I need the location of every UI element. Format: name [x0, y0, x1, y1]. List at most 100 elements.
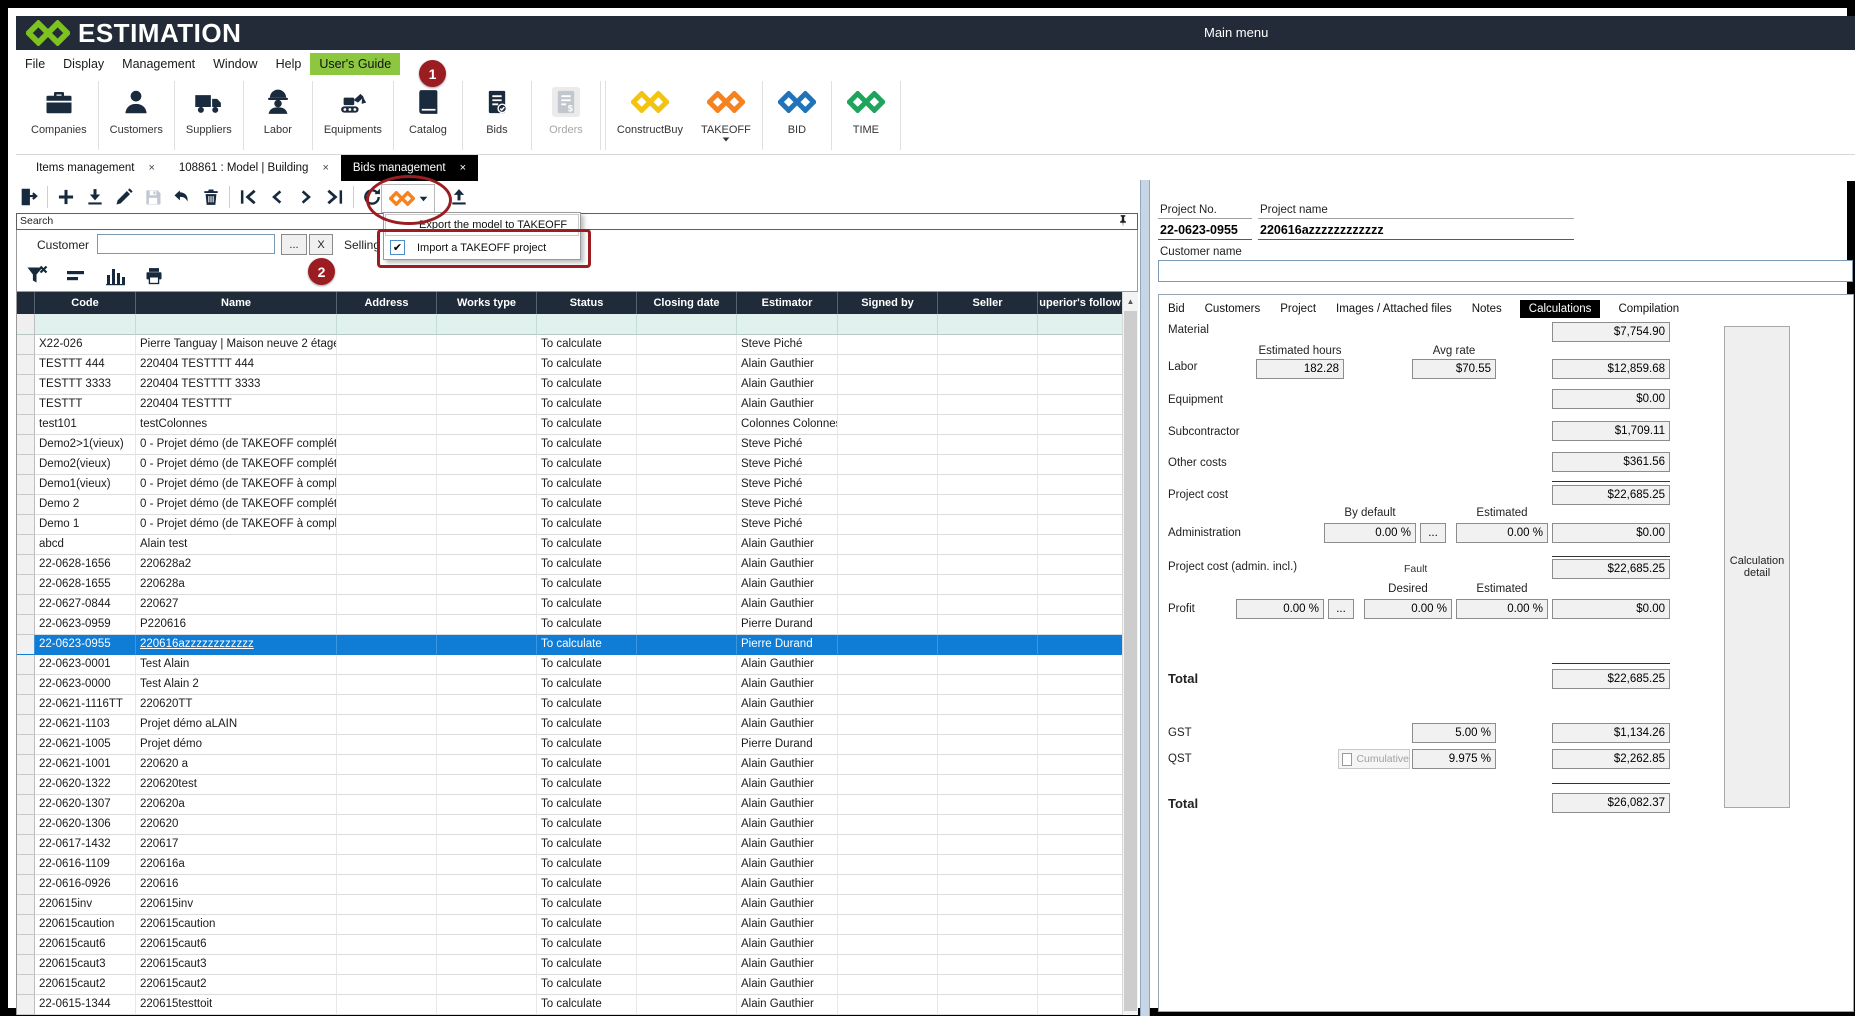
table-row[interactable]: test101testColonnesTo calculateColonnes … [17, 415, 1123, 435]
detail-tab-notes[interactable]: Notes [1470, 300, 1504, 318]
table-row[interactable]: TESTTT220404 TESTTTTTo calculateAlain Ga… [17, 395, 1123, 415]
chart-bars-button[interactable] [103, 264, 127, 288]
admin-default-pct-field[interactable]: 0.00 % [1324, 523, 1416, 543]
table-row[interactable]: 22-0621-1001220620 aTo calculateAlain Ga… [17, 755, 1123, 775]
qst-amount-field[interactable]: $2,262.85 [1552, 749, 1670, 769]
table-row[interactable]: Demo2(vieux)0 - Projet démo (de TAKEOFF … [17, 455, 1123, 475]
exit-door-button[interactable] [18, 186, 40, 208]
table-row[interactable]: 22-0621-1103Projet démo aLAINTo calculat… [17, 715, 1123, 735]
profit-amount-field[interactable]: $0.00 [1552, 599, 1670, 619]
filter-cell-status[interactable] [537, 314, 637, 335]
column-header-signed_by[interactable]: Signed by [838, 292, 938, 314]
save-button[interactable] [142, 186, 164, 208]
table-row[interactable]: 22-0620-1306220620To calculateAlain Gaut… [17, 815, 1123, 835]
admin-estimated-pct-field[interactable]: 0.00 % [1456, 523, 1548, 543]
print-button[interactable] [142, 264, 166, 288]
table-row[interactable]: 220615caut3220615caut3To calculateAlain … [17, 955, 1123, 975]
menu-item-export-the-model-to-takeoff[interactable]: Export the model to TAKEOFF [385, 214, 579, 236]
table-row[interactable]: 22-0615-1344220615testtoitTo calculateAl… [17, 995, 1123, 1015]
scrollbar-thumb[interactable] [1124, 311, 1137, 1011]
table-row[interactable]: 22-0620-1322220620testTo calculateAlain … [17, 775, 1123, 795]
menu-item-management[interactable]: Management [113, 53, 204, 75]
vertical-scrollbar[interactable]: ▲ [1122, 292, 1138, 1015]
edit-pencil-button[interactable] [113, 186, 135, 208]
tab-close-icon[interactable]: × [460, 162, 466, 174]
toolbar-button-labor[interactable]: Labor [246, 77, 310, 154]
filter-cell-sel[interactable] [17, 314, 35, 335]
table-row[interactable]: Demo 10 - Projet démo (de TAKEOFF à comp… [17, 515, 1123, 535]
labor-hours-field[interactable]: 182.28 [1256, 359, 1344, 379]
table-row[interactable]: Demo2>1(vieux)0 - Projet démo (de TAKEOF… [17, 435, 1123, 455]
column-header-status[interactable]: Status [537, 292, 637, 314]
filter-cell-name[interactable] [136, 314, 337, 335]
filter-cell-signed_by[interactable] [838, 314, 938, 335]
table-row[interactable]: 22-0617-1432220617To calculateAlain Gaut… [17, 835, 1123, 855]
table-row[interactable]: TESTTT 3333220404 TESTTTT 3333To calcula… [17, 375, 1123, 395]
import-model-button[interactable] [84, 186, 106, 208]
table-row[interactable]: TESTTT 444220404 TESTTTT 444To calculate… [17, 355, 1123, 375]
table-row[interactable]: abcdAlain testTo calculateAlain Gauthier [17, 535, 1123, 555]
nav-last-button[interactable] [324, 186, 346, 208]
toolbar-button-suppliers[interactable]: Suppliers [177, 77, 241, 154]
project-cost-amount-field[interactable]: $22,685.25 [1552, 485, 1670, 505]
table-row[interactable]: 22-0623-0959P220616To calculatePierre Du… [17, 615, 1123, 635]
tab-108861-model-building[interactable]: 108861 : Model | Building× [167, 155, 341, 181]
customer-clear-button[interactable]: X [309, 234, 333, 255]
calculation-detail-button[interactable]: Calculation detail [1724, 326, 1790, 808]
customer-name-input[interactable] [1158, 260, 1853, 282]
toolbar-button-bid[interactable]: BID [765, 77, 829, 154]
customer-browse-button[interactable]: ... [281, 234, 307, 255]
table-row[interactable]: 22-0616-1109220616aTo calculateAlain Gau… [17, 855, 1123, 875]
column-header-estimator[interactable]: Estimator [737, 292, 838, 314]
scroll-up-arrow-icon[interactable]: ▲ [1123, 292, 1138, 310]
takeoff-split-button[interactable] [381, 184, 435, 213]
nav-first-button[interactable] [237, 186, 259, 208]
table-row[interactable]: 22-0621-1116TT220620TTTo calculateAlain … [17, 695, 1123, 715]
toolbar-button-customers[interactable]: Customers [101, 77, 172, 154]
profit-desired-pct-field[interactable]: 0.00 % [1364, 599, 1452, 619]
toolbar-button-equipments[interactable]: Equipments [315, 77, 391, 154]
toolbar-button-takeoff[interactable]: TAKEOFF [692, 77, 760, 154]
nav-prev-button[interactable] [266, 186, 288, 208]
tab-bids-management[interactable]: Bids management× [341, 155, 478, 181]
toolbar-button-bids[interactable]: Bids [465, 77, 529, 154]
filter-cell-code[interactable] [35, 314, 136, 335]
filter-cell-superior_follow[interactable] [1038, 314, 1123, 335]
column-header-closing_date[interactable]: Closing date [637, 292, 737, 314]
gst-pct-field[interactable]: 5.00 % [1412, 723, 1496, 743]
table-row[interactable]: 22-0628-1655220628aTo calculateAlain Gau… [17, 575, 1123, 595]
detail-tab-calculations[interactable]: Calculations [1520, 300, 1601, 318]
table-row[interactable]: 22-0628-1656220628a2To calculateAlain Ga… [17, 555, 1123, 575]
admin-amount-field[interactable]: $0.00 [1552, 523, 1670, 543]
table-row[interactable]: 22-0627-0844220627To calculateAlain Gaut… [17, 595, 1123, 615]
project-cost-admin-amount-field[interactable]: $22,685.25 [1552, 559, 1670, 579]
menu-item-help[interactable]: Help [267, 53, 311, 75]
material-amount-field[interactable]: $7,754.90 [1552, 322, 1670, 342]
menu-item-import-a-takeoff-project[interactable]: ✔Import a TAKEOFF project [384, 237, 580, 259]
table-row[interactable]: 220615caut2220615caut2To calculateAlain … [17, 975, 1123, 995]
clear-filter-lines-button[interactable] [64, 264, 88, 288]
menu-item-display[interactable]: Display [54, 53, 113, 75]
toolbar-button-time[interactable]: TIME [834, 77, 898, 154]
detail-tab-project[interactable]: Project [1278, 300, 1318, 318]
toolbar-button-constructbuy[interactable]: ConstructBuy [608, 77, 692, 154]
column-header-address[interactable]: Address [337, 292, 437, 314]
column-header-name[interactable]: Name [136, 292, 337, 314]
toolbar-button-orders[interactable]: $Orders [534, 77, 598, 154]
filter-cell-closing_date[interactable] [637, 314, 737, 335]
gst-amount-field[interactable]: $1,134.26 [1552, 723, 1670, 743]
other-costs-amount-field[interactable]: $361.56 [1552, 452, 1670, 472]
column-header-works_type[interactable]: Works type [437, 292, 537, 314]
profit-estimated-pct-field[interactable]: 0.00 % [1456, 599, 1548, 619]
menu-item-user-s-guide[interactable]: User's Guide [310, 53, 400, 75]
table-row[interactable]: 22-0620-1307220620aTo calculateAlain Gau… [17, 795, 1123, 815]
filter-cell-works_type[interactable] [437, 314, 537, 335]
customer-search-input[interactable] [97, 234, 275, 254]
grand-total-amount-field[interactable]: $26,082.37 [1552, 793, 1670, 813]
filter-funnel-button[interactable] [25, 264, 49, 288]
table-row[interactable]: 220615inv220615invTo calculateAlain Gaut… [17, 895, 1123, 915]
filter-cell-estimator[interactable] [737, 314, 838, 335]
tab-close-icon[interactable]: × [148, 162, 154, 174]
toolbar-button-companies[interactable]: Companies [22, 77, 96, 154]
table-row[interactable]: Demo 20 - Projet démo (de TAKEOFF complé… [17, 495, 1123, 515]
